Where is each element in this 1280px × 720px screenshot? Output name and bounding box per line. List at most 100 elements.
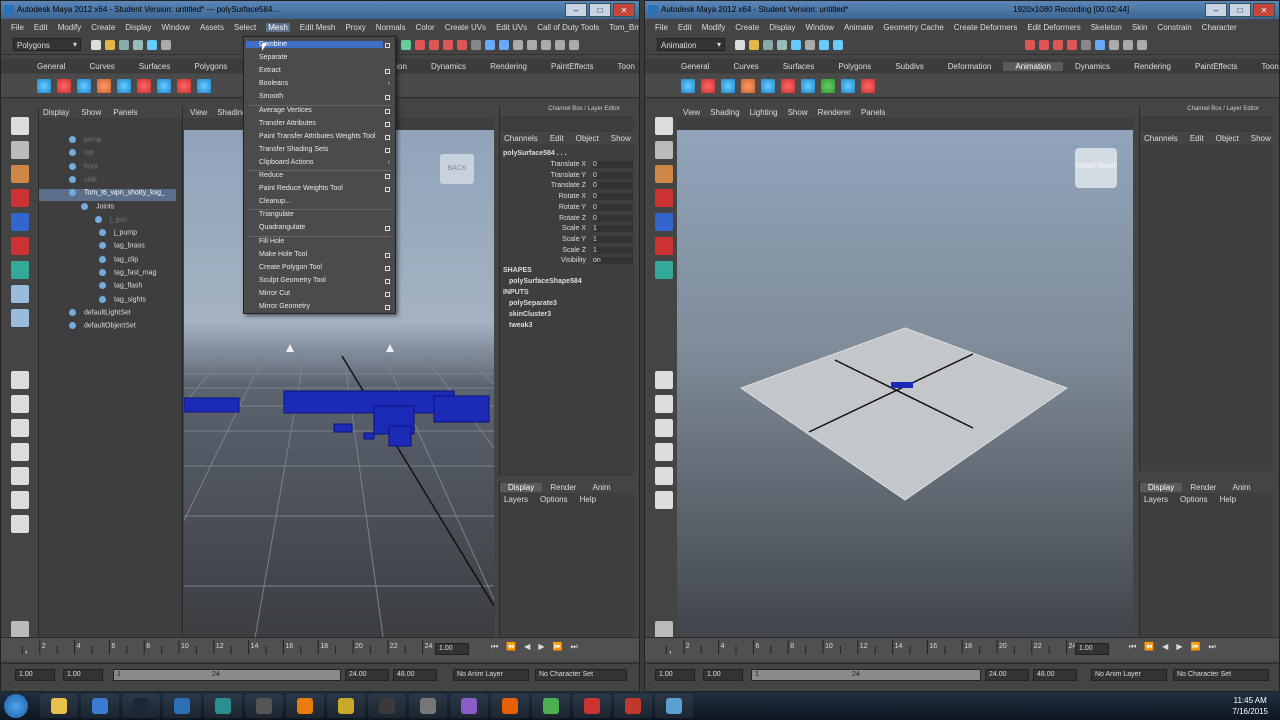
channel-value[interactable]: 0 xyxy=(593,171,633,179)
menu-channels[interactable]: Channels xyxy=(1144,134,1178,143)
range-end-field[interactable]: 24.00 xyxy=(345,669,389,681)
mesh-menu-separate[interactable]: Separate xyxy=(259,54,287,61)
outliner-item-tag-flash[interactable]: tag_flash xyxy=(39,282,176,294)
channel-value[interactable]: on xyxy=(593,257,633,265)
mesh-menu-transfer-shading-sets[interactable]: Transfer Shading Sets xyxy=(259,146,328,153)
shelf-ik-icon[interactable] xyxy=(701,78,715,93)
channel-value[interactable]: 0 xyxy=(593,193,633,201)
scale-tool-icon[interactable] xyxy=(11,237,29,255)
start-button[interactable] xyxy=(4,694,28,718)
menu-edit[interactable]: Edit xyxy=(1190,134,1204,143)
layer-tab-anim[interactable]: Anim xyxy=(1224,483,1258,492)
menu-options[interactable]: Options xyxy=(1180,495,1208,504)
shelf-paint-weights-icon[interactable] xyxy=(117,78,131,93)
shelf-tab-curves[interactable]: Curves xyxy=(77,62,126,71)
menu-show[interactable]: Show xyxy=(611,134,631,143)
soft-mod-tool-icon[interactable] xyxy=(11,285,29,303)
outliner-item-j-gun[interactable]: j_gun xyxy=(39,215,176,228)
menu-edit-deformers[interactable]: Edit Deformers xyxy=(1027,23,1080,32)
open-scene-icon[interactable] xyxy=(105,40,115,50)
snap-plane-icon[interactable] xyxy=(443,40,453,50)
layout-outliner-icon[interactable] xyxy=(11,467,29,485)
step-forward-key-icon[interactable]: ⏩ xyxy=(552,642,562,652)
option-box-icon[interactable] xyxy=(385,147,390,153)
menu-constrain[interactable]: Constrain xyxy=(1157,23,1191,32)
menu-skin[interactable]: Skin xyxy=(1132,23,1148,32)
shelf-tab-subdivs[interactable]: Subdivs xyxy=(883,62,935,71)
range-slider-bar[interactable]: 1 24 xyxy=(113,669,341,681)
layout-single-icon[interactable] xyxy=(655,371,673,389)
ipr-render-icon[interactable] xyxy=(499,40,509,50)
taskbar-visual-studio[interactable] xyxy=(450,694,488,718)
taskbar-maya[interactable] xyxy=(204,694,242,718)
render-icon[interactable] xyxy=(1095,40,1105,50)
play-icon[interactable]: ▶ xyxy=(538,642,544,652)
taskbar-other[interactable] xyxy=(655,694,693,718)
option-box-icon[interactable] xyxy=(385,252,390,258)
mesh-menu-mirror-geometry[interactable]: Mirror Geometry xyxy=(259,303,310,310)
option-box-icon[interactable] xyxy=(385,291,390,297)
playback-start-field[interactable]: 1.00 xyxy=(703,669,743,681)
option-box-icon[interactable] xyxy=(385,187,390,193)
outliner-item-tom-t6-wpn-shotty-ksg[interactable]: Tom_t6_wpn_shotty_ksg_ xyxy=(39,189,176,202)
menu-edit-uvs[interactable]: Edit UVs xyxy=(496,23,527,32)
history-icon[interactable] xyxy=(471,40,481,50)
menu-object[interactable]: Object xyxy=(576,134,599,143)
paint-select-tool-icon[interactable] xyxy=(655,165,673,183)
mesh-menu-sculpt-geometry-tool[interactable]: Sculpt Geometry Tool xyxy=(259,277,326,284)
channel-value[interactable]: 0 xyxy=(593,203,633,211)
menu-window[interactable]: Window xyxy=(162,23,190,32)
outliner-item-tag-fast-mag[interactable]: tag_fast_mag xyxy=(39,269,176,281)
rotate-tool-icon[interactable] xyxy=(11,213,29,231)
menu-edit[interactable]: Edit xyxy=(34,23,48,32)
outliner-item-tag-sights[interactable]: tag_sights xyxy=(39,295,176,308)
go-to-start-icon[interactable]: ⏮ xyxy=(1129,642,1136,652)
select-object-icon[interactable] xyxy=(791,40,801,50)
select-component-icon[interactable] xyxy=(161,40,171,50)
shelf-tab-surfaces[interactable]: Surfaces xyxy=(127,62,183,71)
option-box-icon[interactable] xyxy=(385,305,390,310)
option-box-icon[interactable] xyxy=(385,174,390,179)
menu-edit[interactable]: Edit xyxy=(678,23,692,32)
mesh-menu-fill-hole[interactable]: Fill Hole xyxy=(259,238,284,245)
current-time-field[interactable]: 1.00 xyxy=(435,643,469,655)
mesh-menu-quadrangulate[interactable]: Quadrangulate xyxy=(259,224,305,231)
outliner-item-defaultobjectset[interactable]: defaultObjectSet xyxy=(39,322,176,334)
input-node[interactable]: tweak3 xyxy=(509,322,532,329)
taskbar-creature[interactable] xyxy=(368,694,406,718)
shelf-tab-general[interactable]: General xyxy=(669,62,721,71)
rotate-tool-icon[interactable] xyxy=(655,213,673,231)
shelf-tab-toon[interactable]: Toon xyxy=(606,62,639,71)
mesh-menu-mirror-cut[interactable]: Mirror Cut xyxy=(259,290,290,297)
outliner-item-top[interactable]: top xyxy=(39,149,176,161)
menu-help[interactable]: Help xyxy=(580,495,596,504)
mesh-menu-extract[interactable]: Extract xyxy=(259,67,281,74)
menu-edit-mesh[interactable]: Edit Mesh xyxy=(300,23,336,32)
manipulator-tool-icon[interactable] xyxy=(11,261,29,279)
step-back-icon[interactable]: ◀ xyxy=(1162,642,1168,652)
right-time-slider[interactable]: 124681012141618202224 1.00 ⏮ ⏪ ◀ ▶ ⏩ ⏭ xyxy=(645,637,1279,661)
close-button[interactable]: ✕ xyxy=(1253,3,1275,17)
shelf-ik-spline-icon[interactable] xyxy=(77,78,91,93)
select-object-icon[interactable] xyxy=(147,40,157,50)
taskbar-shotgun[interactable] xyxy=(163,694,201,718)
playback-end-field[interactable]: 48.00 xyxy=(393,669,437,681)
playback-end-field[interactable]: 48.00 xyxy=(1033,669,1077,681)
shelf-tab-toon[interactable]: Toon xyxy=(1250,62,1279,71)
save-scene-icon[interactable] xyxy=(763,40,773,50)
shelf-tab-polygons[interactable]: Polygons xyxy=(826,62,883,71)
pick-mask-icon[interactable] xyxy=(819,40,829,50)
taskbar-steam[interactable] xyxy=(122,694,160,718)
step-forward-key-icon[interactable]: ⏩ xyxy=(1190,642,1200,652)
channel-box-icon[interactable] xyxy=(569,40,579,50)
go-to-end-icon[interactable]: ⏭ xyxy=(570,642,577,652)
menu-tom-bmx[interactable]: Tom_Bmx xyxy=(609,23,639,32)
go-to-start-icon[interactable]: ⏮ xyxy=(491,642,498,652)
layer-tab-render[interactable]: Render xyxy=(1182,483,1224,492)
shelf-tab-animation[interactable]: Animation xyxy=(1003,61,1063,71)
snap-grid-icon[interactable] xyxy=(1025,40,1035,50)
menu-display[interactable]: Display xyxy=(769,23,795,32)
new-scene-icon[interactable] xyxy=(91,40,101,50)
menu-call-of-duty-tools[interactable]: Call of Duty Tools xyxy=(537,23,599,32)
menu-assets[interactable]: Assets xyxy=(200,23,224,32)
